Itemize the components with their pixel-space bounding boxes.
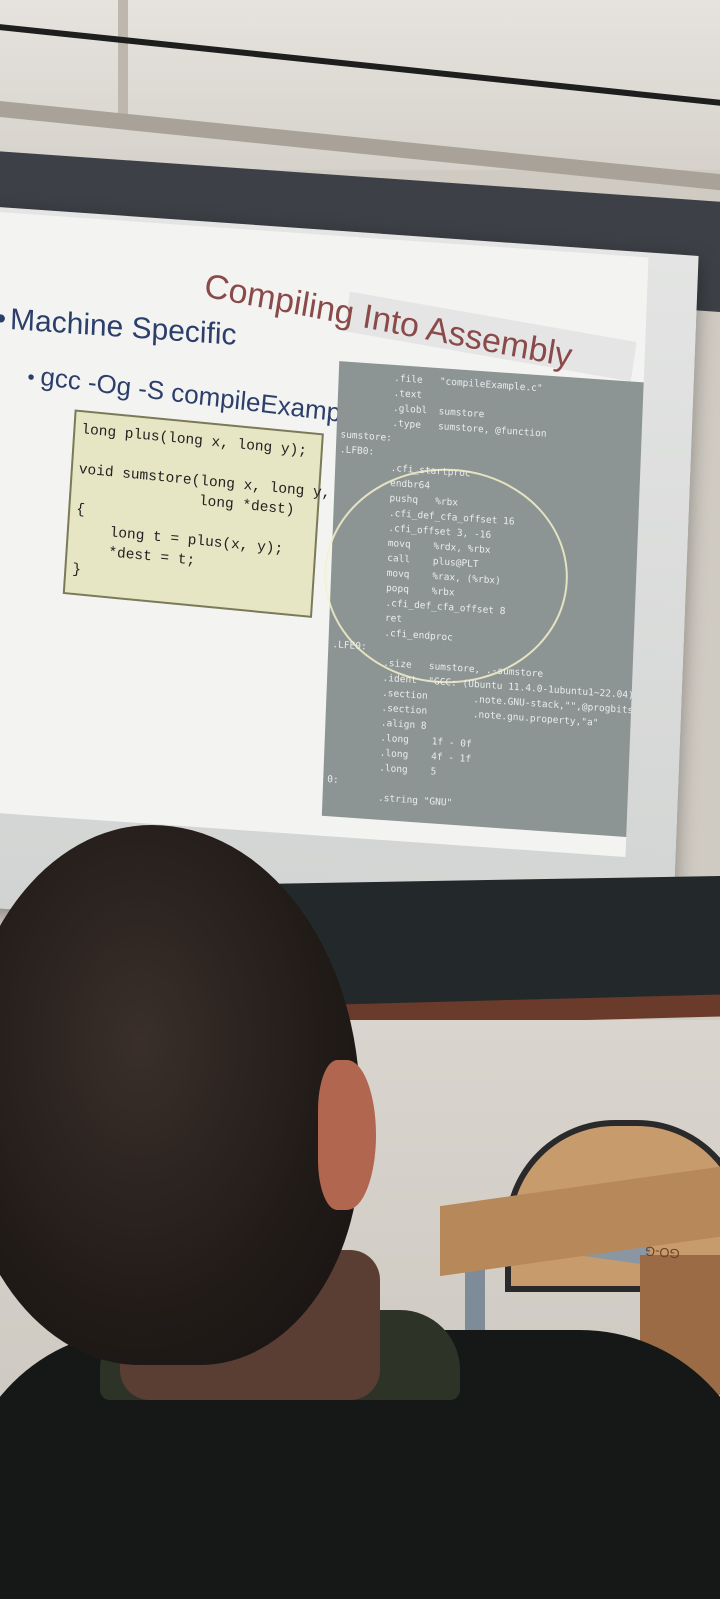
c-code-box: long plus(long x, long y); void sumstore… <box>62 409 331 618</box>
table-tag: GO-G <box>644 1243 681 1262</box>
slide: Compiling Into Assembly Machine Specific… <box>0 211 649 858</box>
bullet-machine-specific: Machine Specific <box>0 302 238 353</box>
person-ear <box>318 1060 376 1210</box>
c-code: long plus(long x, long y); void sumstore… <box>71 422 331 579</box>
lecture-photo: Compiling Into Assembly Machine Specific… <box>0 0 720 1599</box>
ceiling-beam <box>118 0 128 120</box>
